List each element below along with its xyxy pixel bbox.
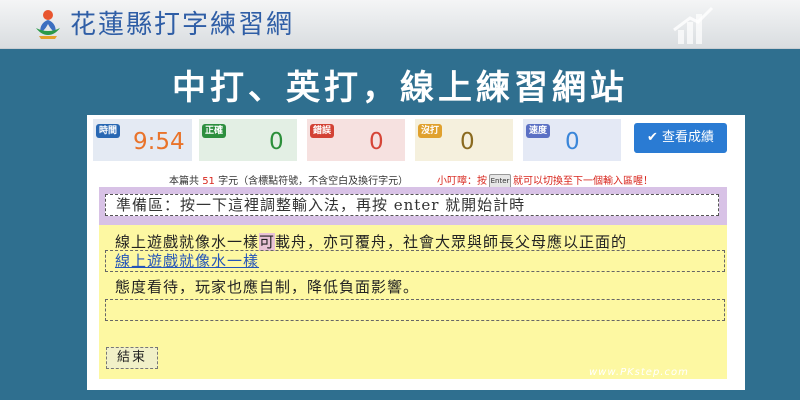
stat-missed-label: 沒打 xyxy=(418,124,443,138)
typing-area: 線上遊戲就像水一樣可載舟，亦可覆舟，社會大眾與師長父母應以正面的 線上遊戲就像水… xyxy=(99,225,727,379)
prep-area: 準備區：按一下這裡調整輸入法，再按 enter 就開始計時 xyxy=(99,187,727,225)
passage-line-2: 態度看待，玩家也應自制，降低負面影響。 xyxy=(115,278,420,296)
typing-input-1[interactable]: 線上遊戲就像水一樣 xyxy=(105,250,725,272)
stat-wrong: 錯誤 0 xyxy=(307,119,405,161)
stat-correct-label: 正確 xyxy=(202,124,227,138)
prep-input[interactable]: 準備區：按一下這裡調整輸入法，再按 enter 就開始計時 xyxy=(105,194,719,216)
watermark: www.PKstep.com xyxy=(589,367,689,378)
view-results-label: 查看成績 xyxy=(661,130,714,145)
stat-correct: 正確 0 xyxy=(199,119,297,161)
end-button[interactable]: 結束 xyxy=(106,347,158,369)
stat-time-value: 9:54 xyxy=(133,129,185,155)
character-count-info: 本篇共 51 字元（含標點符號，不含空白及換行字元） xyxy=(169,172,408,187)
passage-line-1: 線上遊戲就像水一樣可載舟，亦可覆舟，社會大眾與師長父母應以正面的 xyxy=(115,231,627,252)
stat-wrong-label: 錯誤 xyxy=(310,124,335,138)
chart-decoration-icon xyxy=(673,6,714,44)
info-suffix: 字元（含標點符號，不含空白及換行字元） xyxy=(218,176,409,187)
stat-speed-value: 0 xyxy=(565,129,580,155)
tip-suffix: 就可以切換至下一個輸入區喔！ xyxy=(513,176,653,187)
passage-line-1-after: 載舟，亦可覆舟，社會大眾與師長父母應以正面的 xyxy=(275,233,628,251)
typing-panel: 時間 9:54 正確 0 錯誤 0 沒打 0 速度 0 ✔ 查看成績 本篇共 51… xyxy=(87,115,745,390)
stat-missed: 沒打 0 xyxy=(415,119,513,161)
stat-time-label: 時間 xyxy=(96,124,121,138)
site-title[interactable]: 花蓮縣打字練習網 xyxy=(70,4,294,41)
stat-speed-label: 速度 xyxy=(526,124,551,138)
lotus-logo-icon[interactable] xyxy=(33,8,63,40)
current-char-highlight: 可 xyxy=(259,233,276,251)
typing-input-2[interactable] xyxy=(105,299,725,321)
stat-missed-value: 0 xyxy=(460,129,475,155)
stats-bar: 時間 9:54 正確 0 錯誤 0 沒打 0 速度 0 xyxy=(93,119,629,161)
stat-wrong-value: 0 xyxy=(369,129,384,155)
tip-prefix: 小叮嚀：按 xyxy=(437,176,487,187)
passage-line-1-before: 線上遊戲就像水一樣 xyxy=(115,233,260,251)
stat-time: 時間 9:54 xyxy=(93,119,192,161)
typed-text-1: 線上遊戲就像水一樣 xyxy=(115,252,260,270)
banner-title: 中打、英打，線上練習網站 xyxy=(172,68,628,108)
view-results-button[interactable]: ✔ 查看成績 xyxy=(634,123,727,153)
top-header: 花蓮縣打字練習網 xyxy=(0,0,800,49)
stat-correct-value: 0 xyxy=(269,129,284,155)
stat-speed: 速度 0 xyxy=(523,119,621,161)
info-prefix: 本篇共 xyxy=(169,176,199,187)
info-count: 51 xyxy=(202,176,215,187)
check-icon: ✔ xyxy=(647,130,658,145)
